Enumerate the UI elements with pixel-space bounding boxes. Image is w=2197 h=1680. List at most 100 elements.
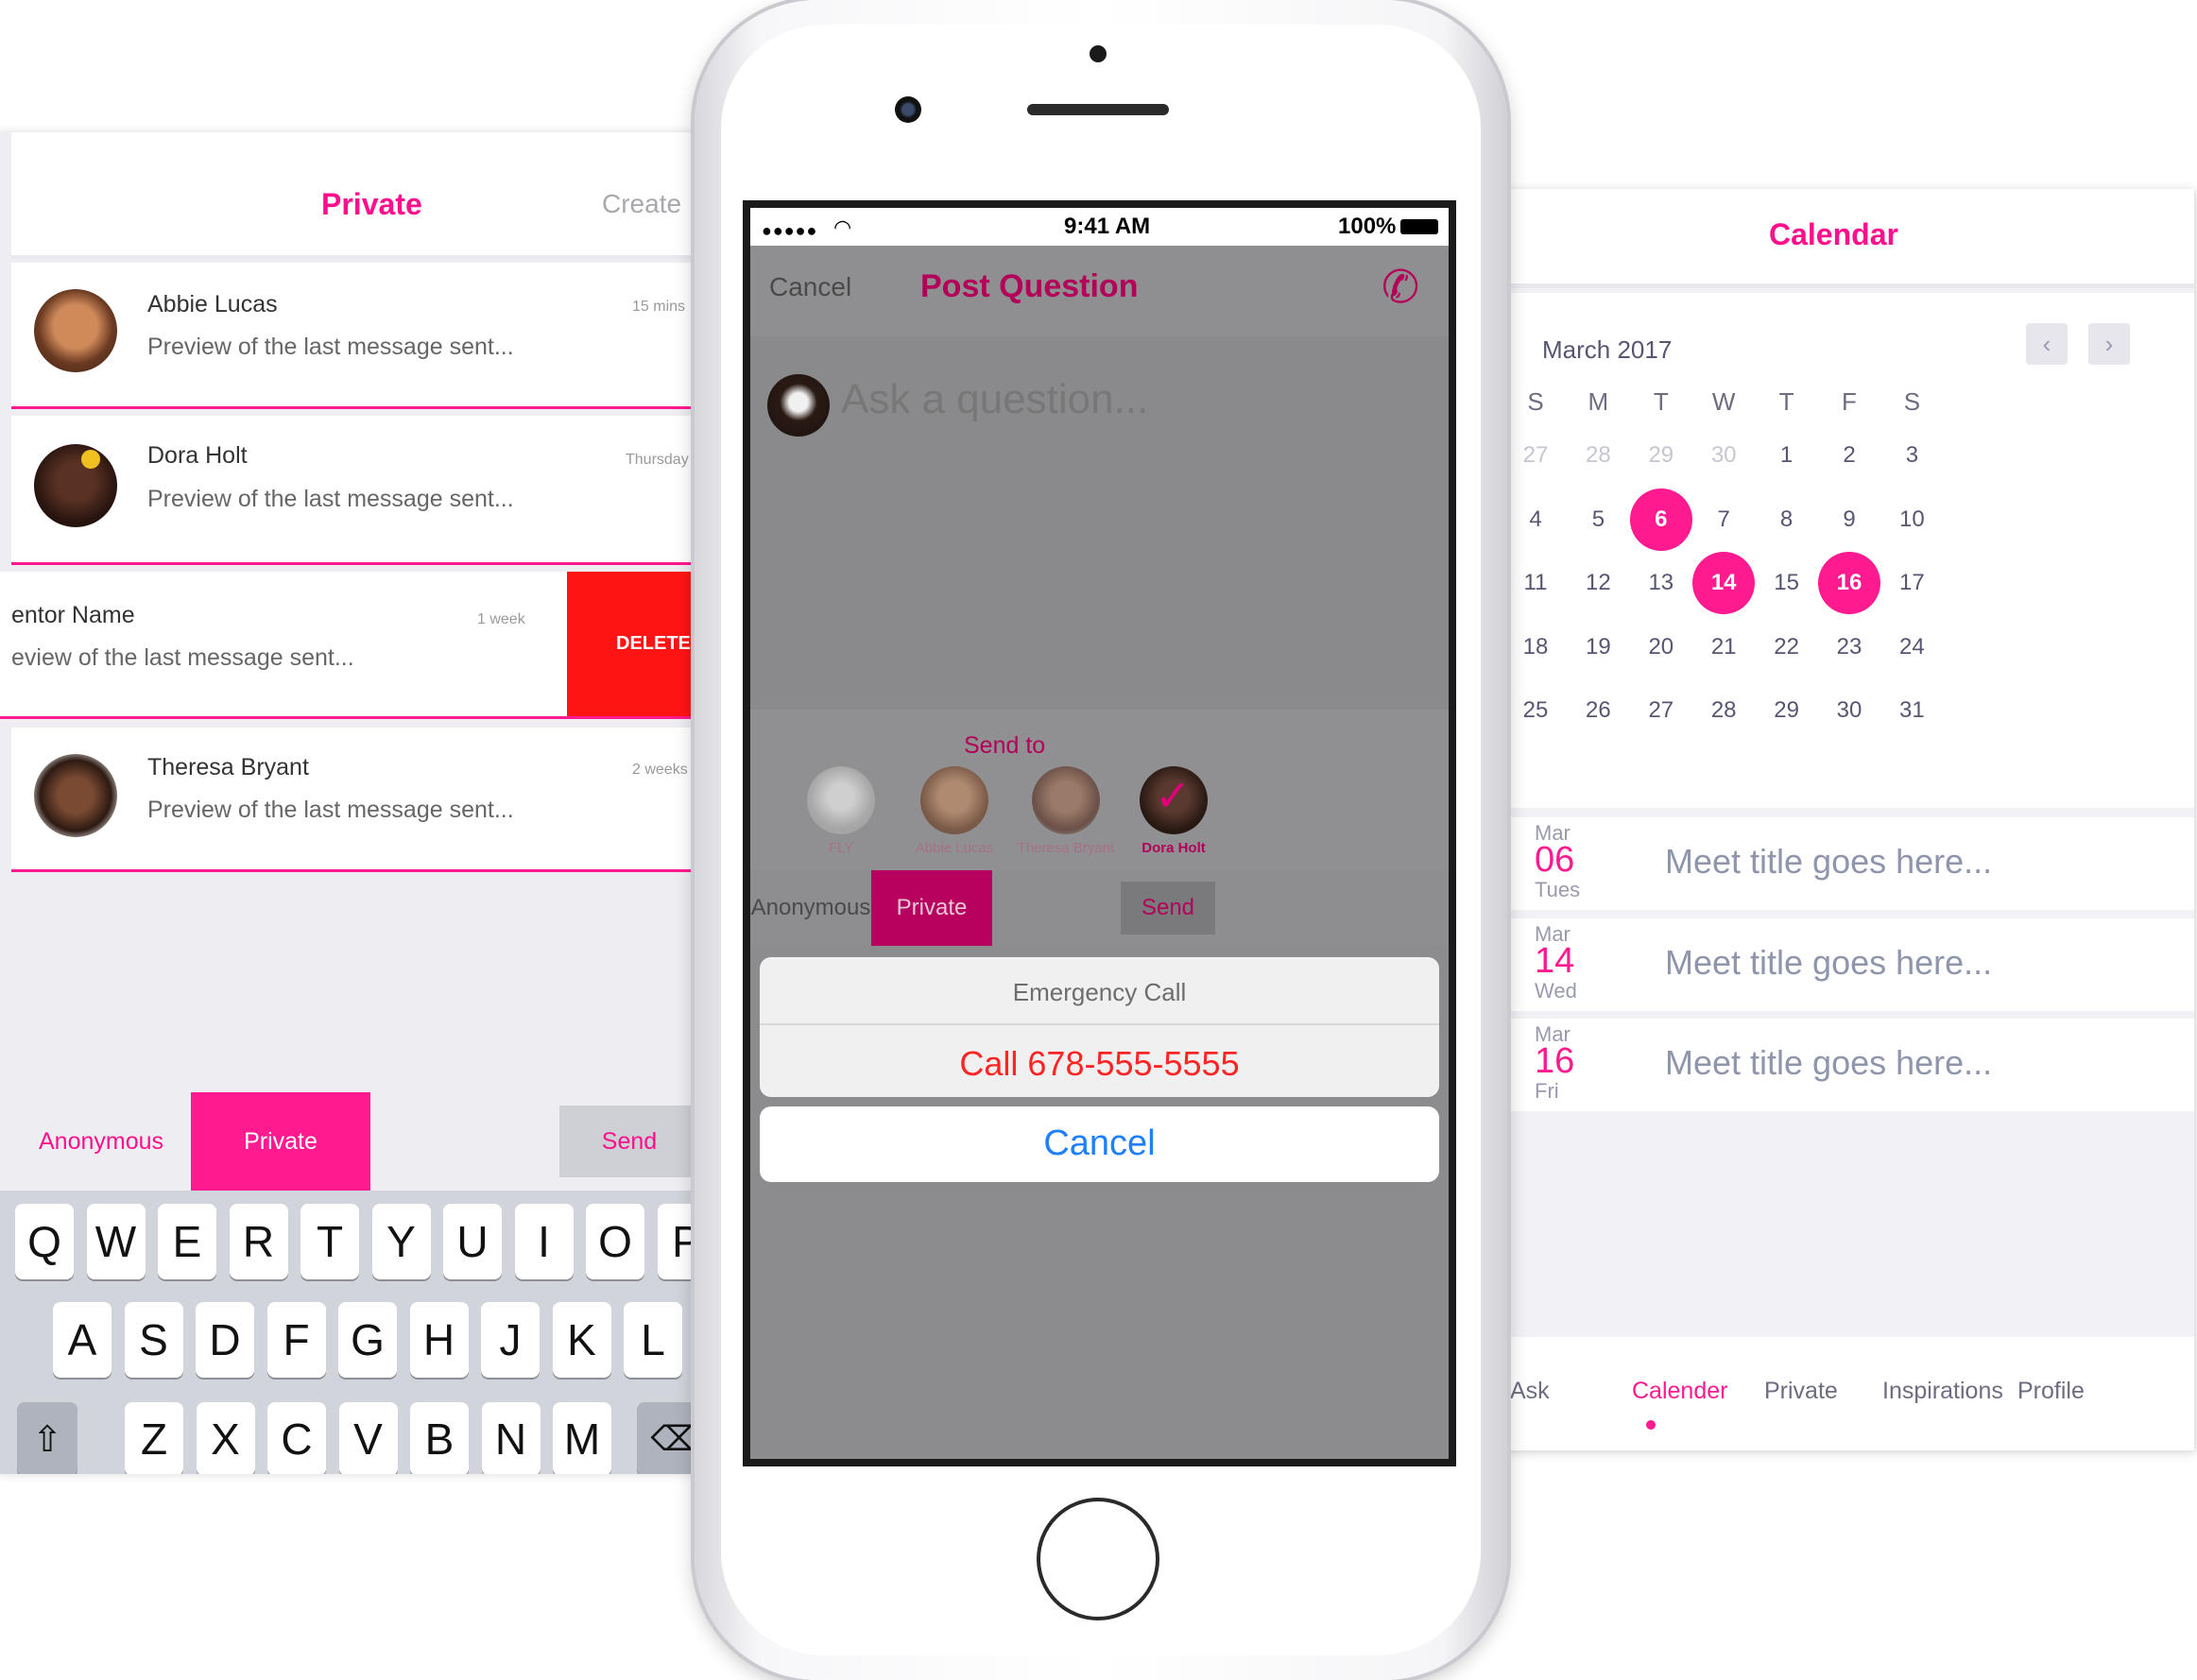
calendar-day[interactable]: 29 — [1756, 697, 1818, 724]
key-n[interactable]: N — [481, 1402, 541, 1474]
question-input-area[interactable]: Ask a question... — [750, 336, 1449, 710]
key-r[interactable]: R — [229, 1204, 288, 1279]
delete-button[interactable]: DELETE — [567, 572, 699, 716]
key-v[interactable]: V — [338, 1402, 398, 1474]
calendar-day[interactable]: 19 — [1567, 634, 1629, 660]
key-e[interactable]: E — [158, 1204, 216, 1279]
calendar-day[interactable]: 31 — [1880, 697, 1943, 724]
calendar-day[interactable]: 5 — [1567, 506, 1629, 533]
key-k[interactable]: K — [552, 1302, 611, 1378]
key-q[interactable]: Q — [15, 1204, 74, 1279]
recipient-name: FLY — [828, 840, 854, 856]
message-row[interactable]: Dora Holt Preview of the last message se… — [11, 416, 699, 565]
next-month-button[interactable]: › — [2088, 323, 2130, 365]
recipient-avatar[interactable] — [1032, 766, 1100, 834]
key-s[interactable]: S — [124, 1302, 183, 1378]
tab-ask[interactable]: Ask — [1510, 1378, 1550, 1405]
calendar-day[interactable]: 3 — [1880, 442, 1943, 469]
message-row[interactable]: Abbie Lucas Preview of the last message … — [11, 263, 699, 409]
calendar-day[interactable]: 26 — [1567, 697, 1629, 724]
anonymous-toggle[interactable]: Anonymous — [11, 1092, 191, 1191]
calendar-day[interactable]: 7 — [1692, 506, 1755, 533]
calendar-day[interactable]: 28 — [1567, 442, 1629, 469]
calendar-day[interactable]: 20 — [1630, 634, 1692, 660]
calendar-day[interactable]: 15 — [1756, 570, 1818, 596]
event-card[interactable]: Mar 16 Fri Meet title goes here... — [1504, 1019, 2194, 1111]
key-p[interactable]: P — [657, 1204, 699, 1279]
key-f[interactable]: F — [266, 1302, 326, 1378]
recipient-avatar[interactable] — [920, 766, 988, 834]
private-toggle[interactable]: Private — [871, 870, 992, 946]
calendar-day[interactable]: 22 — [1756, 634, 1818, 660]
calendar-day[interactable]: 23 — [1818, 634, 1880, 660]
recipient-avatar[interactable] — [807, 766, 875, 834]
shift-key[interactable]: ⇧ — [17, 1402, 77, 1474]
key-i[interactable]: I — [514, 1204, 574, 1279]
calendar-day-selected[interactable]: 6 — [1629, 488, 1692, 551]
tab-private[interactable]: Private — [1764, 1378, 1838, 1405]
event-card[interactable]: Mar 06 Tues Meet title goes here... — [1504, 817, 2194, 910]
key-t[interactable]: T — [300, 1204, 359, 1279]
calendar-day[interactable]: 27 — [1630, 697, 1692, 724]
question-input[interactable]: Ask a question... — [841, 376, 1148, 423]
calendar-day[interactable]: 18 — [1504, 634, 1567, 660]
key-u[interactable]: U — [443, 1204, 502, 1279]
private-toggle[interactable]: Private — [191, 1092, 370, 1191]
weekday-header: S — [1527, 387, 1544, 416]
key-w[interactable]: W — [86, 1204, 146, 1279]
key-o[interactable]: O — [586, 1204, 644, 1279]
calendar-day[interactable]: 8 — [1756, 506, 1818, 533]
home-button[interactable] — [1037, 1498, 1159, 1620]
calendar-day[interactable]: 2 — [1818, 442, 1880, 469]
key-a[interactable]: A — [53, 1302, 112, 1378]
calendar-day[interactable]: 25 — [1504, 697, 1567, 724]
anonymous-toggle[interactable]: Anonymous — [750, 870, 871, 946]
key-m[interactable]: M — [553, 1402, 611, 1474]
calendar-day[interactable]: 11 — [1504, 570, 1567, 596]
key-l[interactable]: L — [624, 1302, 682, 1378]
send-button[interactable]: Send — [1121, 882, 1215, 934]
calendar-day-selected[interactable]: 16 — [1818, 552, 1880, 614]
event-card[interactable]: Mar 14 Wed Meet title goes here... — [1504, 918, 2194, 1011]
key-c[interactable]: C — [267, 1402, 326, 1474]
prev-month-button[interactable]: ‹ — [2026, 323, 2068, 365]
calendar-day[interactable]: 21 — [1692, 634, 1755, 660]
key-d[interactable]: D — [196, 1302, 254, 1378]
key-y[interactable]: Y — [371, 1204, 431, 1279]
create-button[interactable]: Create — [602, 189, 681, 219]
calendar-day[interactable]: 10 — [1880, 506, 1943, 533]
key-h[interactable]: H — [409, 1302, 469, 1378]
tab-calender[interactable]: Calender — [1632, 1378, 1727, 1405]
tab-inspirations[interactable]: Inspirations — [1882, 1378, 2003, 1405]
key-b[interactable]: B — [410, 1402, 469, 1474]
calendar-day[interactable]: 28 — [1692, 697, 1755, 724]
recipient-avatar[interactable]: ✓ — [1140, 766, 1208, 834]
calendar-day[interactable]: 27 — [1504, 442, 1567, 469]
calendar-day[interactable]: 30 — [1692, 442, 1755, 469]
send-button[interactable]: Send — [559, 1106, 699, 1177]
call-number-button[interactable]: Call 678-555-5555 — [760, 1044, 1439, 1084]
key-g[interactable]: G — [338, 1302, 397, 1378]
calendar-day[interactable]: 9 — [1818, 506, 1880, 533]
active-tab-dot — [1646, 1420, 1656, 1430]
calendar-day[interactable]: 4 — [1504, 506, 1567, 533]
calendar-day[interactable]: 1 — [1756, 442, 1818, 469]
key-z[interactable]: Z — [125, 1402, 183, 1474]
sheet-cancel-button[interactable]: Cancel — [760, 1106, 1439, 1182]
message-row[interactable]: Theresa Bryant Preview of the last messa… — [11, 728, 699, 872]
key-x[interactable]: X — [196, 1402, 255, 1474]
nav-cancel-button[interactable]: Cancel — [769, 272, 851, 302]
calendar-day[interactable]: 30 — [1818, 697, 1880, 724]
phone-call-icon[interactable]: ✆ — [1382, 261, 1419, 314]
calendar-day[interactable]: 17 — [1880, 570, 1943, 596]
calendar-day[interactable]: 12 — [1567, 570, 1629, 596]
calendar-day[interactable]: 13 — [1630, 570, 1692, 596]
battery-icon — [1400, 219, 1438, 234]
backspace-key[interactable]: ⌫ — [637, 1402, 699, 1474]
message-row-swiped[interactable]: entor Name eview of the last message sen… — [0, 572, 699, 719]
calendar-day-selected[interactable]: 14 — [1692, 552, 1756, 614]
tab-profile[interactable]: Profile — [2017, 1378, 2085, 1405]
key-j[interactable]: J — [481, 1302, 540, 1378]
calendar-day[interactable]: 24 — [1880, 634, 1943, 660]
calendar-day[interactable]: 29 — [1630, 442, 1692, 469]
